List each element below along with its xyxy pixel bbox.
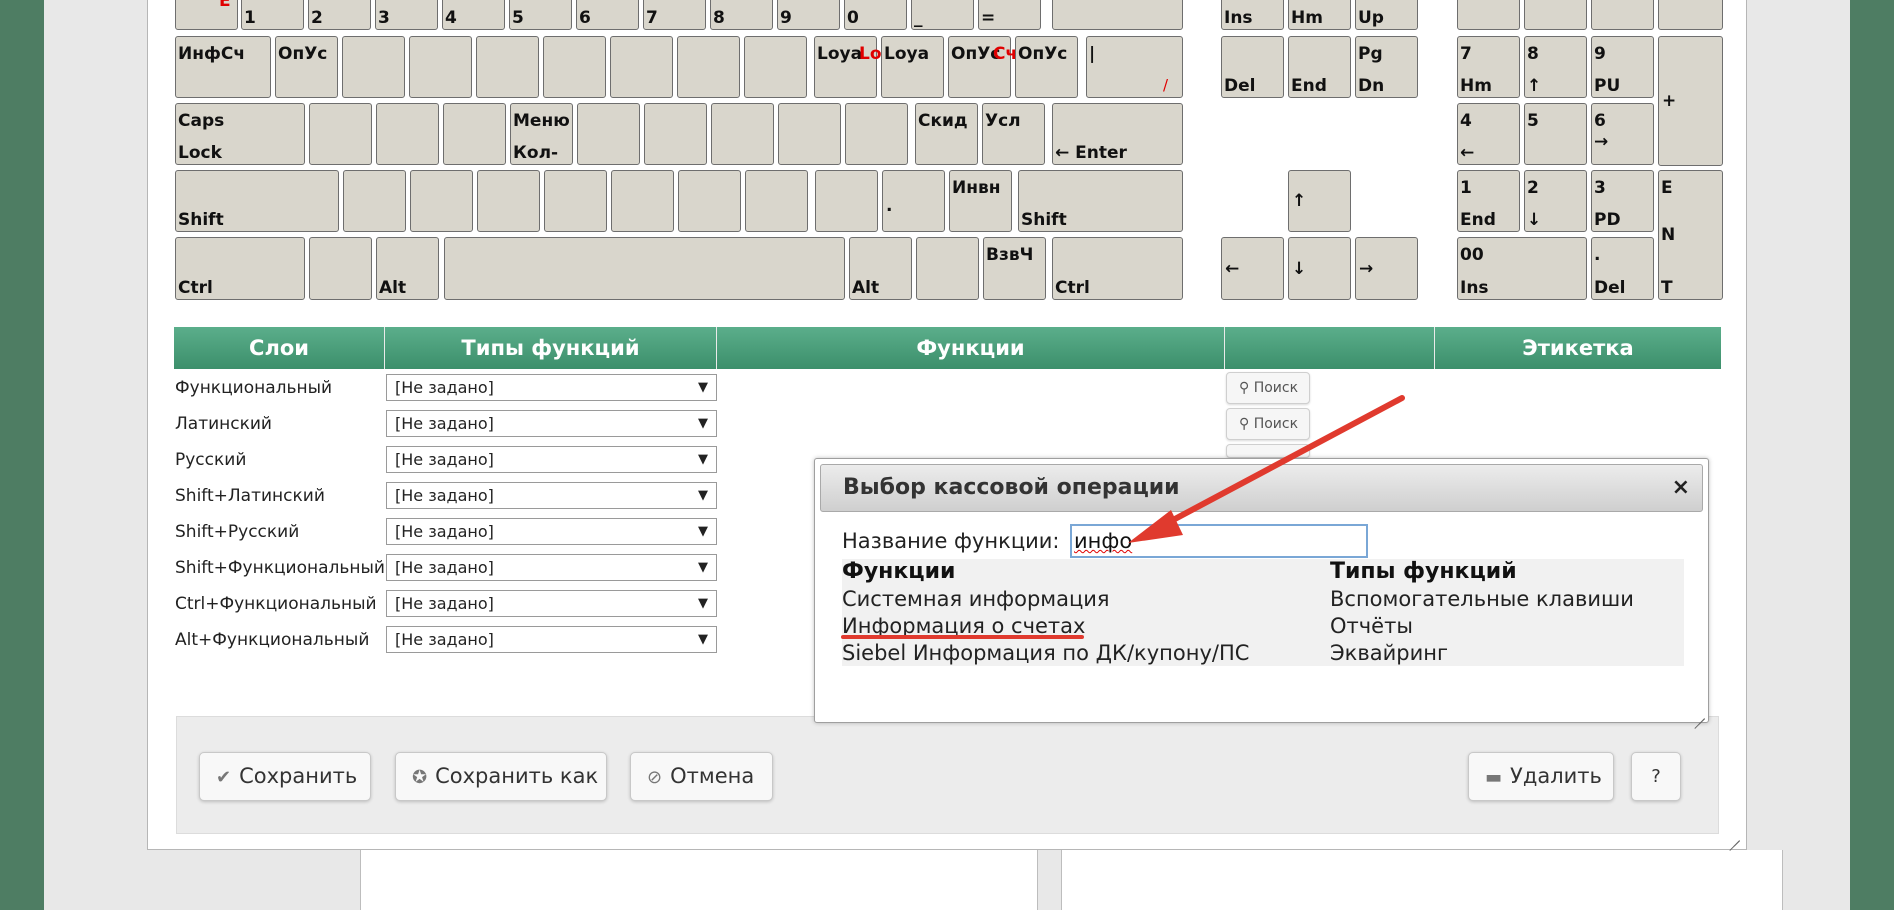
annotation-arrow-icon — [1128, 395, 1405, 543]
